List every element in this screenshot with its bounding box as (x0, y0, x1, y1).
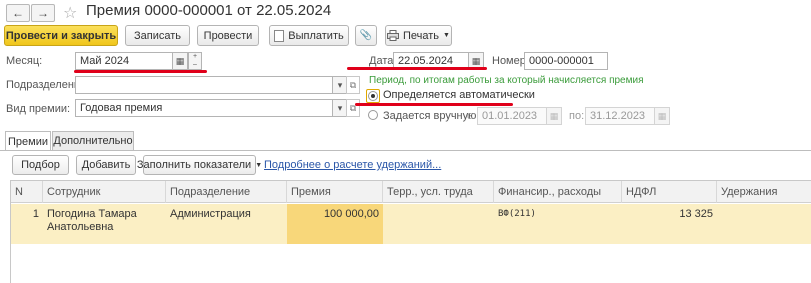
column-header-ndfl[interactable]: НДФЛ (622, 181, 717, 203)
forward-button[interactable]: → (31, 4, 55, 22)
manual-option-label: Задается вручную (383, 110, 477, 122)
table-header: N Сотрудник Подразделение Премия Терр., … (11, 181, 811, 203)
page-title: Премия 0000-000001 от 22.05.2024 (86, 2, 332, 19)
from-label: с: (467, 110, 476, 122)
month-spinner[interactable]: + – (188, 52, 202, 70)
row-bonus[interactable]: 100 000,00 (287, 204, 383, 244)
month-calendar-button[interactable]: ▦ (172, 52, 188, 70)
to-date-field[interactable]: 31.12.2023 (585, 107, 655, 125)
document-icon (274, 29, 285, 42)
to-label: по: (569, 110, 585, 122)
red-annotation-underline (347, 67, 487, 70)
printer-icon (387, 30, 399, 41)
department-field[interactable] (75, 76, 333, 94)
paperclip-icon: 📎 (359, 30, 373, 41)
red-annotation-underline (74, 70, 207, 73)
tab-bonuses[interactable]: Премии (5, 131, 51, 151)
number-field[interactable]: 0000-000001 (524, 52, 608, 70)
spin-down-icon: – (193, 61, 197, 68)
row-territory[interactable] (383, 204, 494, 244)
column-header-deductions[interactable]: Удержания (717, 181, 811, 203)
month-label: Месяц: (6, 55, 43, 67)
from-calendar-button[interactable]: ▦ (546, 107, 562, 125)
bonus-type-field[interactable]: Годовая премия (75, 99, 333, 117)
column-header-territory[interactable]: Терр., усл. труда (383, 181, 494, 203)
column-header-n[interactable]: N (11, 181, 43, 203)
from-date-field[interactable]: 01.01.2023 (477, 107, 547, 125)
row-employee[interactable]: Погодина Тамара Анатольевна (43, 204, 166, 244)
red-annotation-underline (355, 103, 513, 106)
arrow-left-icon: ← (12, 6, 24, 20)
calendar-icon: ▦ (175, 55, 185, 66)
arrow-right-icon: → (37, 6, 49, 20)
month-field[interactable]: Май 2024 (75, 52, 173, 70)
chevron-down-icon: ▼ (255, 161, 263, 169)
bonus-type-open-button[interactable]: ⧉ (346, 99, 360, 117)
bonus-type-label: Вид премии: (6, 103, 71, 115)
department-open-button[interactable]: ⧉ (346, 76, 360, 94)
column-header-bonus[interactable]: Премия (287, 181, 383, 203)
table-row[interactable]: 1 Погодина Тамара Анатольевна Администра… (11, 204, 811, 244)
pay-button-label: Выплатить (288, 29, 344, 42)
row-ndfl[interactable]: 13 325 (622, 204, 717, 244)
save-button[interactable]: Записать (125, 25, 190, 46)
add-button[interactable]: Добавить (76, 155, 136, 175)
chevron-down-icon: ▼ (443, 32, 450, 39)
bonuses-table: N Сотрудник Подразделение Премия Терр., … (10, 180, 811, 283)
pay-button[interactable]: Выплатить (269, 25, 349, 46)
tab-divider (0, 150, 811, 151)
auto-option-label: Определяется автоматически (383, 89, 535, 101)
back-button[interactable]: ← (6, 4, 30, 22)
post-and-close-button[interactable]: Провести и закрыть (4, 25, 118, 46)
fill-button-label: Заполнить показатели (136, 159, 252, 171)
period-hint: Период, по итогам работы за который начи… (369, 75, 644, 86)
chevron-down-icon: ▾ (337, 79, 343, 90)
calendar-icon: ▦ (657, 110, 667, 121)
column-header-department[interactable]: Подразделение (166, 181, 287, 203)
pick-button[interactable]: Подбор (12, 155, 69, 175)
row-financing[interactable]: ВФ(211) (494, 204, 622, 244)
column-header-financing[interactable]: Финансир., расходы (494, 181, 622, 203)
row-department[interactable]: Администрация (166, 204, 287, 244)
manual-radio[interactable] (368, 110, 378, 120)
deductions-details-link[interactable]: Подробнее о расчете удержаний... (264, 159, 441, 171)
favorite-star-icon[interactable]: ☆ (63, 3, 77, 23)
calendar-icon: ▦ (471, 55, 481, 66)
post-button[interactable]: Провести (197, 25, 259, 46)
auto-radio[interactable] (368, 91, 378, 101)
spin-up-icon: + (192, 53, 198, 60)
print-button[interactable]: Печать ▼ (385, 25, 452, 46)
column-header-employee[interactable]: Сотрудник (43, 181, 166, 203)
calendar-icon: ▦ (549, 110, 559, 121)
tab-additional[interactable]: Дополнительно (52, 131, 134, 150)
to-calendar-button[interactable]: ▦ (654, 107, 670, 125)
row-number: 1 (32, 208, 39, 220)
print-button-label: Печать (403, 29, 440, 42)
row-deductions[interactable] (717, 204, 811, 244)
open-link-icon: ⧉ (349, 79, 357, 90)
fill-indicators-button[interactable]: Заполнить показатели ▼ (137, 155, 262, 175)
attachment-button[interactable]: 📎 (355, 25, 377, 46)
chevron-down-icon: ▾ (337, 102, 343, 113)
